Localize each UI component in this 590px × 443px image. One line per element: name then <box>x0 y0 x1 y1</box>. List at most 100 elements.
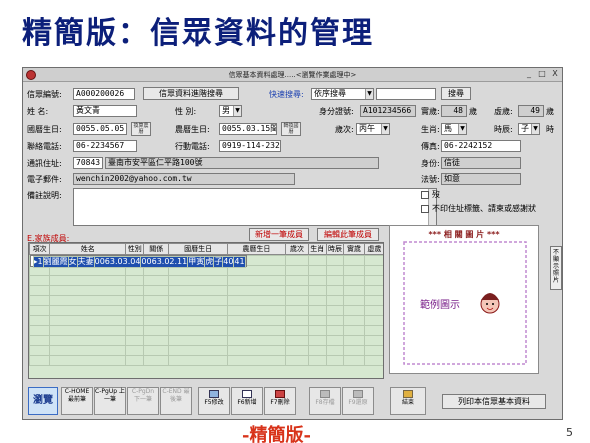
table-row[interactable] <box>29 325 383 336</box>
edit-member-button[interactable]: 編輯此筆成員 <box>317 228 379 241</box>
cell-solar: 0063.03.04 <box>93 256 142 268</box>
advanced-search-button[interactable]: 信眾資料進階搜尋 <box>143 87 239 100</box>
table-row[interactable] <box>29 315 383 326</box>
dharma-name-label: 法號: <box>421 175 440 184</box>
hide-photo-button[interactable]: 不顯示照片 <box>550 246 562 290</box>
print-member-button[interactable]: 列印本信眾基本資料 <box>442 394 546 409</box>
convert-solar-button[interactable]: 轉換國曆 <box>281 122 301 136</box>
mobile-field[interactable]: 0919-114-232 <box>219 140 281 152</box>
col-header[interactable]: 關係 <box>143 243 170 255</box>
fax-field[interactable]: 06-2242152 <box>441 140 521 152</box>
row-no: ▸1 <box>32 256 44 268</box>
hour-select[interactable]: 子 ▼ <box>518 123 540 135</box>
browse-button[interactable]: 瀏覽 <box>28 387 58 415</box>
cell-hour: 子 <box>213 256 224 268</box>
cell-age: 40 <box>222 256 235 268</box>
name-field[interactable]: 黃文青 <box>73 105 137 117</box>
cell-zodiac: 虎 <box>204 256 215 268</box>
zodiac-select[interactable]: 馬 ▼ <box>441 123 467 135</box>
age-field: 48 <box>441 105 467 117</box>
table-row[interactable]: ▸1 劉麗霞 女 夫妻 0063.03.04 0063.02.11 甲寅 虎 子… <box>29 255 247 268</box>
undo-button[interactable]: F9還原 <box>342 387 374 415</box>
hour-label: 時辰: <box>494 125 513 134</box>
quick-search-mode-select[interactable]: 依序搜尋 ▼ <box>311 88 374 100</box>
table-row[interactable] <box>29 305 383 316</box>
email-field[interactable]: wenchin2002@yahoo.com.tw <box>73 173 295 185</box>
virtual-age-label: 虛歲: <box>494 107 513 116</box>
delete-label: F7刪除 <box>270 399 290 406</box>
virtual-age-field: 49 <box>518 105 544 117</box>
age-unit: 歲 <box>469 107 477 116</box>
phone-label: 聯絡電話: <box>27 142 62 151</box>
remark-label: 備註說明: <box>27 191 62 200</box>
grid-header-row: 項次 姓名 性別 關係 國曆生日 農曆生日 歲次 生肖 時辰 實歲 虛歲 <box>29 243 383 255</box>
address-label: 通訊住址: <box>27 159 62 168</box>
table-row[interactable] <box>29 285 383 296</box>
page-number: 5 <box>566 426 573 439</box>
col-header[interactable]: 生肖 <box>307 243 327 255</box>
family-grid[interactable]: 項次 姓名 性別 關係 國曆生日 農曆生日 歲次 生肖 時辰 實歲 虛歲 ▸1 … <box>28 242 384 379</box>
col-header[interactable]: 農曆生日 <box>226 243 287 255</box>
slide-title: 精簡版：信眾資料的管理 <box>22 16 374 51</box>
last-record-button[interactable]: C-END 最後筆 <box>160 387 192 415</box>
col-header[interactable]: 國曆生日 <box>168 243 228 255</box>
col-header[interactable]: 項次 <box>29 243 51 255</box>
birth-label: 國曆生日: <box>27 125 62 134</box>
lunar-birth-label: 農曆生日: <box>175 125 210 134</box>
quick-search-button[interactable]: 搜尋 <box>441 87 471 100</box>
table-row[interactable] <box>29 295 383 306</box>
col-header[interactable]: 實歲 <box>343 243 365 255</box>
window-title: 信眾基本資料處理.....<瀏覽作業處理中> <box>228 71 357 79</box>
deceased-checkbox[interactable]: 歿 <box>421 189 440 200</box>
col-header[interactable]: 性別 <box>125 243 145 255</box>
address-field[interactable]: 臺南市安平區仁平路100號 <box>105 157 379 169</box>
prev-record-button[interactable]: C-PgUp 上一筆 <box>94 387 126 415</box>
add-member-button[interactable]: 新增一筆成員 <box>249 228 309 241</box>
no-label-checkbox[interactable]: 不印住址標籤、請柬或感謝狀 <box>421 203 536 214</box>
idcard-field[interactable]: A101234566 <box>360 105 416 117</box>
birth-field[interactable]: 0055.05.05 <box>73 123 127 135</box>
example-image-caption: 範例圖示 <box>420 300 460 311</box>
minimize-button[interactable]: _ <box>523 69 535 80</box>
quick-search-input[interactable] <box>376 88 436 100</box>
table-row[interactable] <box>29 355 383 366</box>
table-row[interactable] <box>29 345 383 356</box>
first-record-button[interactable]: C-HOME 最前筆 <box>61 387 93 415</box>
age-label: 實歲: <box>421 107 440 116</box>
gender-select[interactable]: 男 ▼ <box>219 105 242 117</box>
table-row[interactable] <box>29 335 383 346</box>
remark-textarea[interactable] <box>73 188 437 226</box>
edit-label: F5修改 <box>204 399 224 406</box>
maximize-button[interactable]: □ <box>536 69 548 80</box>
edit-button[interactable]: F5修改 <box>198 387 230 415</box>
col-header[interactable]: 歲次 <box>285 243 309 255</box>
dharma-name-field[interactable]: 如意 <box>441 173 521 185</box>
virtual-age-unit: 歲 <box>546 107 554 116</box>
delete-icon <box>275 390 285 398</box>
delete-button[interactable]: F7刪除 <box>264 387 296 415</box>
checkbox-box <box>421 204 429 213</box>
chevron-down-icon: ▼ <box>233 106 241 116</box>
no-label-text: 不印住址標籤、請柬或感謝狀 <box>432 204 536 213</box>
mobile-label: 行動電話: <box>175 142 210 151</box>
lunar-birth-field[interactable]: 0055.03.15閏 <box>219 123 277 135</box>
close-button[interactable]: X <box>549 69 561 80</box>
save-label: F8存檔 <box>315 399 335 406</box>
next-record-button[interactable]: C-PgDn 下一筆 <box>127 387 159 415</box>
col-header[interactable]: 虛歲 <box>363 243 383 255</box>
member-id-field[interactable]: A000200026 <box>73 88 135 100</box>
col-header[interactable]: 姓名 <box>49 243 127 255</box>
table-row[interactable] <box>29 275 383 286</box>
cell-name: 劉麗霞 <box>42 256 69 268</box>
email-label: 電子郵件: <box>27 175 62 184</box>
col-header[interactable]: 時辰 <box>325 243 345 255</box>
zip-field[interactable]: 70843 <box>73 157 103 169</box>
identity-field[interactable]: 信徒 <box>441 157 521 169</box>
year-label: 歲次: <box>335 125 354 134</box>
convert-lunar-button[interactable]: 換算農曆 <box>131 122 151 136</box>
year-select[interactable]: 丙午 ▼ <box>356 123 390 135</box>
save-button[interactable]: F8存檔 <box>309 387 341 415</box>
exit-button[interactable]: 結束 <box>390 387 426 415</box>
phone-field[interactable]: 06-2234567 <box>73 140 137 152</box>
new-button[interactable]: F6新增 <box>231 387 263 415</box>
